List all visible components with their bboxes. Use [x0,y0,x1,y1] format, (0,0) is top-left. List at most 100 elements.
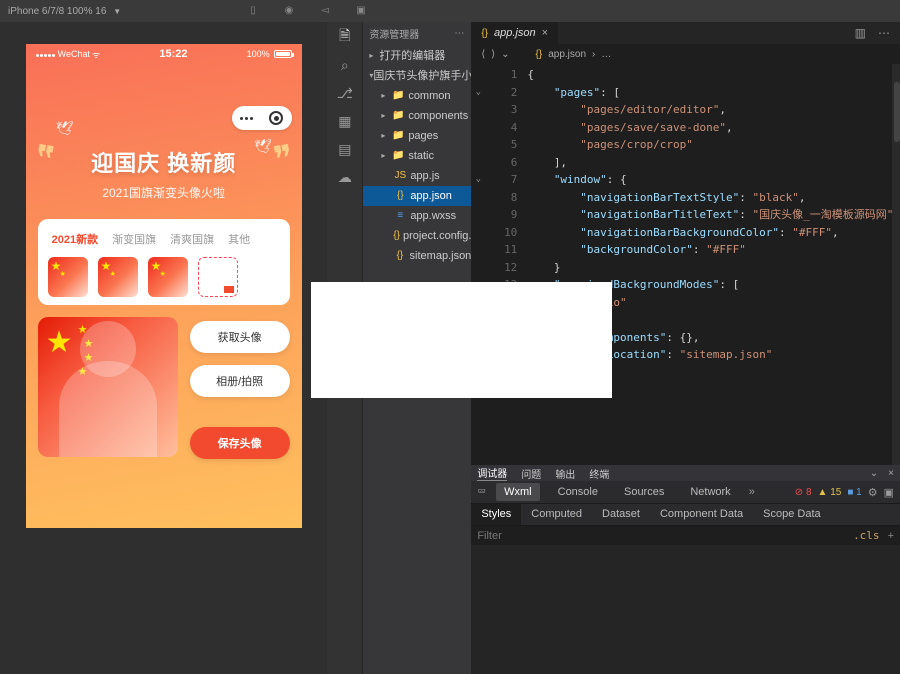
dove-icon: 🕊 [56,120,74,137]
close-icon[interactable] [269,111,283,125]
minimap[interactable] [892,64,900,465]
styles-filter-row: Filter .cls + [471,525,900,545]
more-icon[interactable] [240,117,253,120]
template-thumbs [48,257,280,297]
project-root[interactable]: ▾国庆节头像护旗手小程序源码 [363,66,471,86]
gear-icon[interactable]: ⚙ [868,486,878,499]
panel-sources[interactable]: Sources [616,483,672,501]
error-badge[interactable]: ⊘ 8 [795,487,812,498]
branch-icon[interactable]: ⎇ [336,84,354,102]
folder-static[interactable]: ▸📁static [363,146,471,166]
editor-tab-appjson[interactable]: {} app.json × [471,22,559,44]
nav-down-icon[interactable]: ⌄ [501,49,509,60]
tab-other[interactable]: 其他 [228,231,250,247]
breadcrumb-file[interactable]: app.json [548,49,586,60]
breadcrumb[interactable]: ⟨ ⟩ ⌄ {} app.json › … [471,44,900,64]
phone-icon[interactable]: ▯ [246,3,260,17]
album-button[interactable]: 相册/拍照 [190,365,290,397]
inspect-icon[interactable]: ⮹ [477,486,486,499]
split-icon[interactable]: ▣ [354,3,368,17]
nav-fwd-icon[interactable]: ⟩ [491,49,495,60]
wifi-icon: ᯤ [92,48,100,61]
code-content[interactable]: { "pages": [ "pages/editor/editor", "pag… [527,64,900,465]
open-editors-section[interactable]: ▸打开的编辑器 [363,46,471,66]
more-panels-icon[interactable]: » [749,486,755,498]
subtab-compdata[interactable]: Component Data [650,504,753,525]
subtab-scopedata[interactable]: Scope Data [753,504,830,525]
collapse-icon[interactable]: ⌄ [870,468,878,479]
tab-output[interactable]: 输出 [555,466,575,481]
avatar-silhouette-icon [59,361,157,457]
get-avatar-button[interactable]: 获取头像 [190,321,290,353]
device-selector[interactable]: iPhone 6/7/8 100% 16 ▼ [8,6,121,17]
carrier-text: WeChat [58,49,90,59]
devtools-topbar: 调试器 问题 输出 终端 ⌄ × [471,465,900,481]
file-appjs[interactable]: JSapp.js [363,166,471,186]
more-icon[interactable]: ⋯ [878,26,890,40]
add-rule-icon[interactable]: + [888,530,894,542]
panel-network[interactable]: Network [682,483,738,501]
devtools-panels: ⮹ Wxml Console Sources Network » ⊘ 8 ▲ 1… [471,481,900,503]
file-sitemap[interactable]: {}sitemap.json [363,246,471,266]
info-badge[interactable]: ■ 1 [847,487,861,498]
template-thumb[interactable] [48,257,88,297]
split-editor-icon[interactable]: ▥ [855,26,866,40]
close-icon[interactable]: × [542,27,548,39]
cloud-icon[interactable]: ☁ [336,168,354,186]
dock-icon[interactable]: ▣ [884,486,894,499]
tab-gradient[interactable]: 渐变国旗 [112,231,156,247]
chevron-right-icon: › [592,49,595,60]
tab-clean[interactable]: 清爽国旗 [170,231,214,247]
explorer-title: 资源管理器 [369,26,419,41]
devtools-subtabs: Styles Computed Dataset Component Data S… [471,503,900,525]
search-icon[interactable]: ⌕ [336,56,354,74]
share-icon[interactable]: ◅ [318,3,332,17]
template-thumb[interactable] [98,257,138,297]
save-avatar-button[interactable]: 保存头像 [190,427,290,459]
tab-2021[interactable]: 2021新款 [52,231,98,247]
file-tree: ▸打开的编辑器 ▾国庆节头像护旗手小程序源码 ▸📁common ▸📁compon… [363,44,471,268]
tab-terminal[interactable]: 终端 [589,466,609,481]
file-appwxss[interactable]: ≡app.wxss [363,206,471,226]
code-editor[interactable]: ⌄⌄⌄ 1234567891011121314151617 { "pages":… [471,64,900,465]
toolbar-icons: ▯ ◉ ◅ ▣ [246,3,368,17]
stop-icon[interactable]: ◉ [282,3,296,17]
folder-components[interactable]: ▸📁components [363,106,471,126]
breadcrumb-more[interactable]: … [601,49,611,60]
line-number-gutter: 1234567891011121314151617 [485,64,527,465]
folder-pages[interactable]: ▸📁pages [363,126,471,146]
capsule-button[interactable] [232,106,292,130]
subtab-styles[interactable]: Styles [471,504,521,525]
subtab-computed[interactable]: Computed [521,504,592,525]
styles-filter-input[interactable]: Filter [477,530,853,542]
panel-console[interactable]: Console [550,483,606,501]
close-icon[interactable]: × [888,468,894,479]
phone-screen: WeChat ᯤ 15:22 100% ❞ ❞ 🕊 🕊 迎国庆 换新颜 20 [26,44,302,528]
avatar-preview[interactable]: ★ ★ ★ ★ ★ [38,317,178,457]
tab-debugger[interactable]: 调试器 [477,465,507,481]
ide-topbar: iPhone 6/7/8 100% 16 ▼ ▯ ◉ ◅ ▣ [0,0,900,22]
flag-icon [224,286,234,293]
devtools-badges: ⊘ 8 ▲ 15 ■ 1 ⚙ ▣ [795,486,894,499]
debug-icon[interactable]: ▤ [336,140,354,158]
nav-back-icon[interactable]: ⟨ [481,49,485,60]
more-icon[interactable]: ⋯ [454,28,465,39]
subtab-dataset[interactable]: Dataset [592,504,650,525]
fold-gutter[interactable]: ⌄⌄⌄ [471,64,485,465]
explorer-icon[interactable]: 🗎 [336,28,354,46]
editor-tab-actions: ▥ ⋯ [855,22,900,44]
panel-wxml[interactable]: Wxml [496,483,540,501]
battery-text: 100% [247,49,270,59]
hero-subtitle: 2021国旗渐变头像火啦 [26,184,302,201]
simulator-panel: WeChat ᯤ 15:22 100% ❞ ❞ 🕊 🕊 迎国庆 换新颜 20 [0,22,327,674]
template-thumb-custom[interactable] [198,257,238,297]
file-projectconfig[interactable]: {}project.config.json [363,226,471,246]
folder-common[interactable]: ▸📁common [363,86,471,106]
warning-badge[interactable]: ▲ 15 [818,487,842,498]
tab-problems[interactable]: 问题 [521,466,541,481]
file-appjson[interactable]: {}app.json [363,186,471,206]
devtools-body[interactable] [471,545,900,674]
cls-toggle[interactable]: .cls [853,529,880,542]
template-thumb[interactable] [148,257,188,297]
extension-icon[interactable]: ▦ [336,112,354,130]
